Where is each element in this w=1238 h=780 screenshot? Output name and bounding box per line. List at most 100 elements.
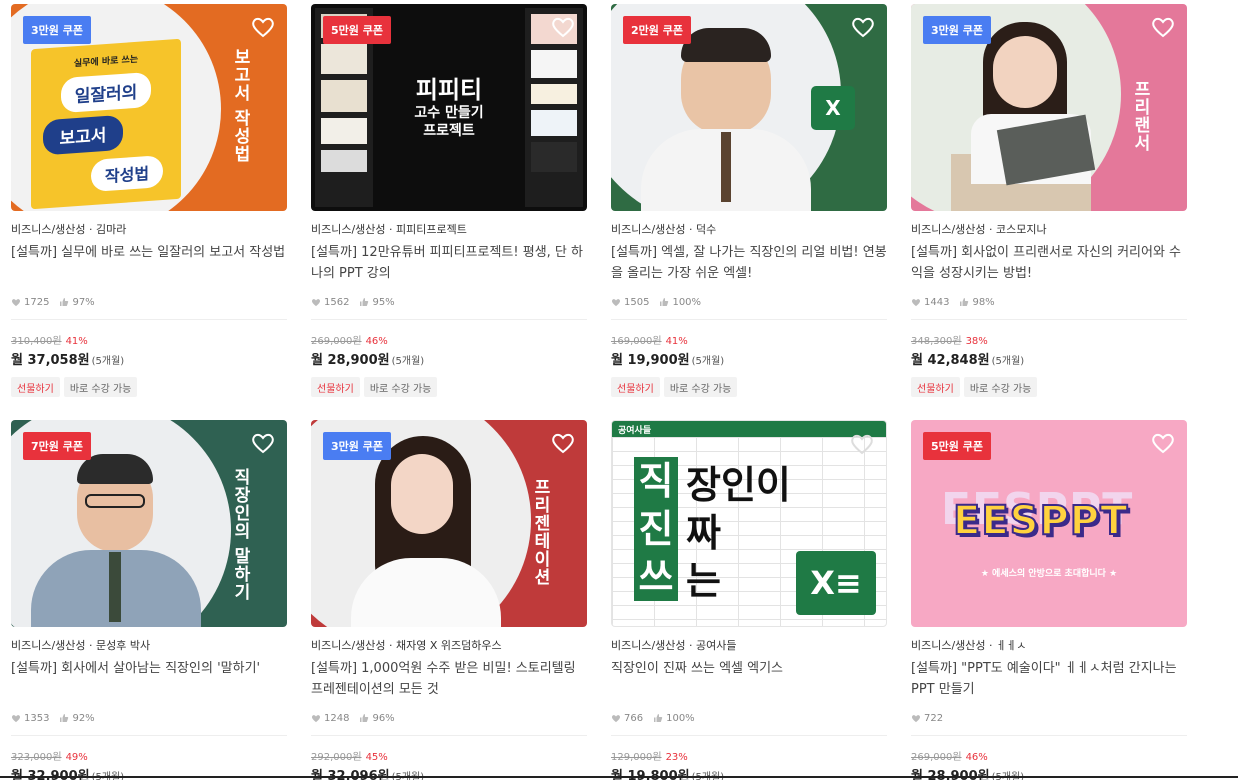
original-price: 292,000원: [311, 752, 362, 763]
course-thumbnail[interactable]: 공여사들 직 진 쓰 장인이 짜 는 X≡: [611, 420, 887, 627]
course-card[interactable]: X 2만원 쿠폰 비즈니스/생산성 · 덕수 [설특까] 엑셀, 잘 나가는 직…: [611, 4, 887, 397]
creator-name[interactable]: 채자영 X 위즈덤하우스: [396, 639, 502, 652]
course-card[interactable]: 피피티 고수 만들기 프로젝트 5만원 쿠폰 비즈니스/생산성 · 피피티프로젝…: [311, 4, 587, 397]
price-row: 269,000원 46%: [311, 332, 587, 347]
divider: [611, 319, 887, 320]
discount-rate: 45%: [365, 752, 388, 763]
monthly-amount: 월 37,058원: [11, 353, 90, 368]
course-thumbnail[interactable]: EESPPT EESPPT ★ 에세스의 안방으로 초대합니다 ★ 5만원 쿠폰: [911, 420, 1187, 627]
original-price: 348,300원: [911, 336, 962, 347]
creator-name[interactable]: 덕수: [696, 223, 716, 236]
category-label: 비즈니스/생산성: [311, 223, 386, 236]
thumb-headline: 작성법: [91, 155, 163, 193]
monthly-amount: 월 28,900원: [311, 353, 390, 368]
course-title[interactable]: [설특까] 1,000억원 수주 받은 비밀! 스토리텔링 프레젠테이션의 모든…: [311, 658, 587, 700]
thumbs-up-icon: [360, 714, 369, 722]
category-label: 비즈니스/생산성: [11, 223, 86, 236]
coupon-badge: 5만원 쿠폰: [323, 16, 391, 44]
heart-icon[interactable]: [551, 432, 575, 454]
course-title[interactable]: [설특까] 회사에서 살아남는 직장인의 '말하기': [11, 658, 287, 700]
heart-icon[interactable]: [851, 16, 875, 38]
heart-icon[interactable]: [251, 432, 275, 454]
coupon-badge: 3만원 쿠폰: [923, 16, 991, 44]
course-title[interactable]: [설특까] 12만유튜버 피피티프로젝트! 평생, 단 하나의 PPT 강의: [311, 242, 587, 284]
thumbs-up-icon: [660, 298, 669, 306]
thumb-headline-column: 직 진 쓰: [634, 457, 678, 601]
course-meta: 비즈니스/생산성 · 코스모지나: [911, 223, 1047, 236]
course-title[interactable]: [설특까] 회사없이 프리랜서로 자신의 커리어와 수익을 성장시키는 방법!: [911, 242, 1187, 284]
course-card[interactable]: 공여사들 직 진 쓰 장인이 짜 는 X≡ 비즈니스/생산성 · 공여사들 직장…: [611, 420, 887, 780]
thumb-headline: 는: [686, 559, 721, 603]
course-card[interactable]: 7만원 쿠폰 직장인의 말하기 비즈니스/생산성 · 문성후 박사 [설특까] …: [11, 420, 287, 780]
thumb-headline: 피피티: [415, 76, 483, 104]
creator-name[interactable]: 김마라: [96, 223, 126, 236]
category-label: 비즈니스/생산성: [911, 223, 986, 236]
page-bottom-divider: [0, 776, 1238, 780]
course-thumbnail[interactable]: 3만원 쿠폰 프리랜서: [911, 4, 1187, 211]
course-stats: 766 100%: [611, 711, 887, 725]
heart-count-icon: [611, 714, 621, 722]
installment-months: (5개월): [391, 356, 425, 367]
creator-name[interactable]: 피피티프로젝트: [396, 223, 467, 236]
course-meta: 비즈니스/생산성 · 피피티프로젝트: [311, 223, 467, 236]
like-count: 1562: [324, 296, 350, 308]
gift-button[interactable]: 선물하기: [311, 377, 360, 397]
rating-percent: 96%: [372, 712, 395, 724]
creator-name[interactable]: 코스모지나: [996, 223, 1047, 236]
creator-name[interactable]: 공여사들: [696, 639, 736, 652]
course-title[interactable]: [설특까] 엑셀, 잘 나가는 직장인의 리얼 비법! 연봉을 올리는 가장 쉬…: [611, 242, 887, 284]
thumb-headline: 쓰: [638, 555, 674, 599]
price-row: 310,400원 41%: [11, 332, 287, 347]
thumb-caption: 실무에 바로 쓰는: [73, 54, 139, 70]
course-thumbnail[interactable]: 피피티 고수 만들기 프로젝트 5만원 쿠폰: [311, 4, 587, 211]
creator-name[interactable]: ㅔㅔㅅ: [996, 639, 1026, 652]
course-thumbnail[interactable]: 3만원 쿠폰 프리젠테이션: [311, 420, 587, 627]
instant-access-tag: 바로 수강 가능: [363, 377, 438, 397]
creator-name[interactable]: 문성후 박사: [96, 639, 150, 652]
price-row: 348,300원 38%: [911, 332, 1187, 347]
rating-percent: 100%: [672, 296, 702, 308]
course-card[interactable]: 3만원 쿠폰 프리젠테이션 비즈니스/생산성 · 채자영 X 위즈덤하우스 [설…: [311, 420, 587, 780]
course-thumbnail[interactable]: 실무에 바로 쓰는 일잘러의 보고서 작성법 3만원 쿠폰 보고서 작성법: [11, 4, 287, 211]
thumbs-up-icon: [960, 298, 969, 306]
gift-button[interactable]: 선물하기: [611, 377, 660, 397]
heart-count-icon: [311, 298, 321, 306]
price-row: 292,000원 45%: [311, 748, 587, 763]
course-thumbnail[interactable]: 7만원 쿠폰 직장인의 말하기: [11, 420, 287, 627]
course-title[interactable]: [설특까] "PPT도 예술이다" ㅔㅔㅅ처럼 간지나는 PPT 만들기: [911, 658, 1187, 700]
course-stats: 1725 97%: [11, 295, 287, 309]
instant-access-tag: 바로 수강 가능: [663, 377, 738, 397]
heart-icon[interactable]: [850, 433, 874, 455]
coupon-badge: 2만원 쿠폰: [623, 16, 691, 44]
thumb-logo: EESPPT: [952, 497, 1129, 545]
thumb-headline: 직: [638, 459, 674, 503]
course-thumbnail[interactable]: X 2만원 쿠폰: [611, 4, 887, 211]
divider: [311, 735, 587, 736]
like-count: 1248: [324, 712, 350, 724]
excel-logo-icon: X: [811, 86, 855, 130]
heart-icon[interactable]: [1151, 16, 1175, 38]
course-stats: 1353 92%: [11, 711, 287, 725]
course-title[interactable]: 직장인이 진짜 쓰는 엑셀 엑기스: [611, 658, 887, 700]
heart-icon[interactable]: [1151, 432, 1175, 454]
course-card[interactable]: EESPPT EESPPT ★ 에세스의 안방으로 초대합니다 ★ 5만원 쿠폰…: [911, 420, 1187, 780]
heart-count-icon: [11, 714, 21, 722]
course-card[interactable]: 3만원 쿠폰 프리랜서 비즈니스/생산성 · 코스모지나 [설특까] 회사없이 …: [911, 4, 1187, 397]
course-meta: 비즈니스/생산성 · 김마라: [11, 223, 127, 236]
gift-button[interactable]: 선물하기: [911, 377, 960, 397]
coupon-badge: 3만원 쿠폰: [23, 16, 91, 44]
like-count: 1505: [624, 296, 650, 308]
category-label: 비즈니스/생산성: [611, 639, 686, 652]
thumb-headline: 짜: [686, 511, 721, 555]
heart-icon[interactable]: [251, 16, 275, 38]
tag-list: 선물하기 바로 수강 가능: [11, 377, 287, 397]
rating-percent: 97%: [72, 296, 95, 308]
like-count: 1725: [24, 296, 50, 308]
thumbs-up-icon: [60, 298, 69, 306]
gift-button[interactable]: 선물하기: [11, 377, 60, 397]
original-price: 269,000원: [911, 752, 962, 763]
course-card[interactable]: 실무에 바로 쓰는 일잘러의 보고서 작성법 3만원 쿠폰 보고서 작성법 비즈…: [11, 4, 287, 397]
heart-icon[interactable]: [551, 16, 575, 38]
tag-list: 선물하기 바로 수강 가능: [311, 377, 587, 397]
course-title[interactable]: [설특까] 실무에 바로 쓰는 일잘러의 보고서 작성법: [11, 242, 287, 284]
